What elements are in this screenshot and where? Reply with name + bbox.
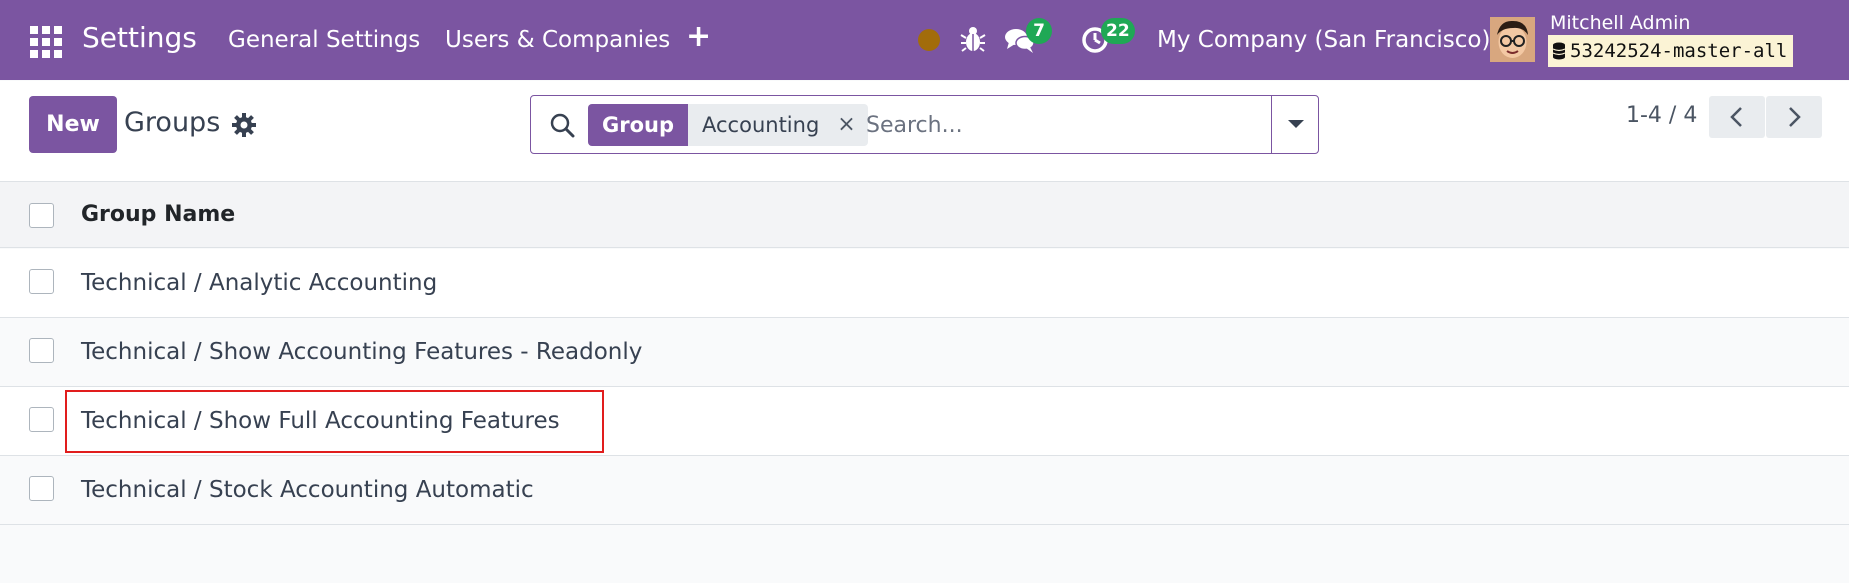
new-button[interactable]: New xyxy=(29,96,117,153)
row-checkbox[interactable] xyxy=(29,269,54,294)
search-options-toggle[interactable] xyxy=(1271,95,1319,154)
status-dot-icon[interactable] xyxy=(918,29,940,51)
select-all-checkbox[interactable] xyxy=(29,203,54,228)
apps-grid-icon[interactable] xyxy=(30,26,62,58)
group-name-cell[interactable]: Technical / Show Full Accounting Feature… xyxy=(81,408,560,434)
row-checkbox[interactable] xyxy=(29,338,54,363)
facet-value: Accounting xyxy=(702,113,820,137)
caret-down-icon xyxy=(1288,120,1304,128)
search-bar: Group Accounting × xyxy=(530,95,1319,154)
company-switcher[interactable]: My Company (San Francisco) xyxy=(1157,27,1490,53)
menu-users-companies[interactable]: Users & Companies xyxy=(445,27,670,53)
pager-previous-button[interactable] xyxy=(1709,96,1765,138)
chevron-left-icon xyxy=(1730,107,1742,127)
facet-value-chip: Accounting × xyxy=(688,104,868,146)
gear-icon[interactable] xyxy=(232,113,256,137)
chevron-right-icon xyxy=(1789,107,1801,127)
facet-remove-icon[interactable]: × xyxy=(837,104,855,146)
plus-icon[interactable]: + xyxy=(686,22,711,52)
search-facet: Group Accounting × xyxy=(588,104,868,146)
group-name-cell[interactable]: Technical / Show Accounting Features - R… xyxy=(81,339,642,365)
group-name-cell[interactable]: Technical / Analytic Accounting xyxy=(81,270,437,296)
list-header: Group Name xyxy=(0,182,1849,248)
app-brand[interactable]: Settings xyxy=(82,21,197,54)
pager-next-button[interactable] xyxy=(1766,96,1822,138)
control-panel: New Groups Group Accounting × Search... … xyxy=(0,81,1849,182)
row-checkbox[interactable] xyxy=(29,407,54,432)
facet-label: Group xyxy=(588,104,689,146)
chat-badge: 7 xyxy=(1026,18,1052,44)
activity-badge: 22 xyxy=(1101,18,1135,44)
table-row[interactable]: Technical / Stock Accounting Automatic xyxy=(0,456,1849,525)
user-avatar[interactable] xyxy=(1490,17,1535,62)
group-name-cell[interactable]: Technical / Stock Accounting Automatic xyxy=(81,477,534,503)
pager-value[interactable]: 1-4 / 4 xyxy=(1626,103,1697,128)
database-badge: 53242524-master-all xyxy=(1548,35,1794,67)
table-row[interactable]: Technical / Show Accounting Features - R… xyxy=(0,318,1849,387)
column-header-group-name[interactable]: Group Name xyxy=(81,202,235,227)
bug-icon[interactable] xyxy=(960,24,986,54)
search-icon[interactable] xyxy=(549,112,575,138)
user-name[interactable]: Mitchell Admin xyxy=(1550,12,1690,34)
table-row[interactable]: Technical / Show Full Accounting Feature… xyxy=(0,387,1849,456)
database-icon xyxy=(1552,42,1566,60)
table-row[interactable]: Technical / Analytic Accounting xyxy=(0,249,1849,318)
menu-general-settings[interactable]: General Settings xyxy=(228,27,420,53)
page-title: Groups xyxy=(124,107,221,138)
search-input[interactable] xyxy=(866,104,1276,146)
row-checkbox[interactable] xyxy=(29,476,54,501)
top-navbar: Settings General Settings Users & Compan… xyxy=(0,0,1849,80)
database-name: 53242524-master-all xyxy=(1570,40,1788,62)
